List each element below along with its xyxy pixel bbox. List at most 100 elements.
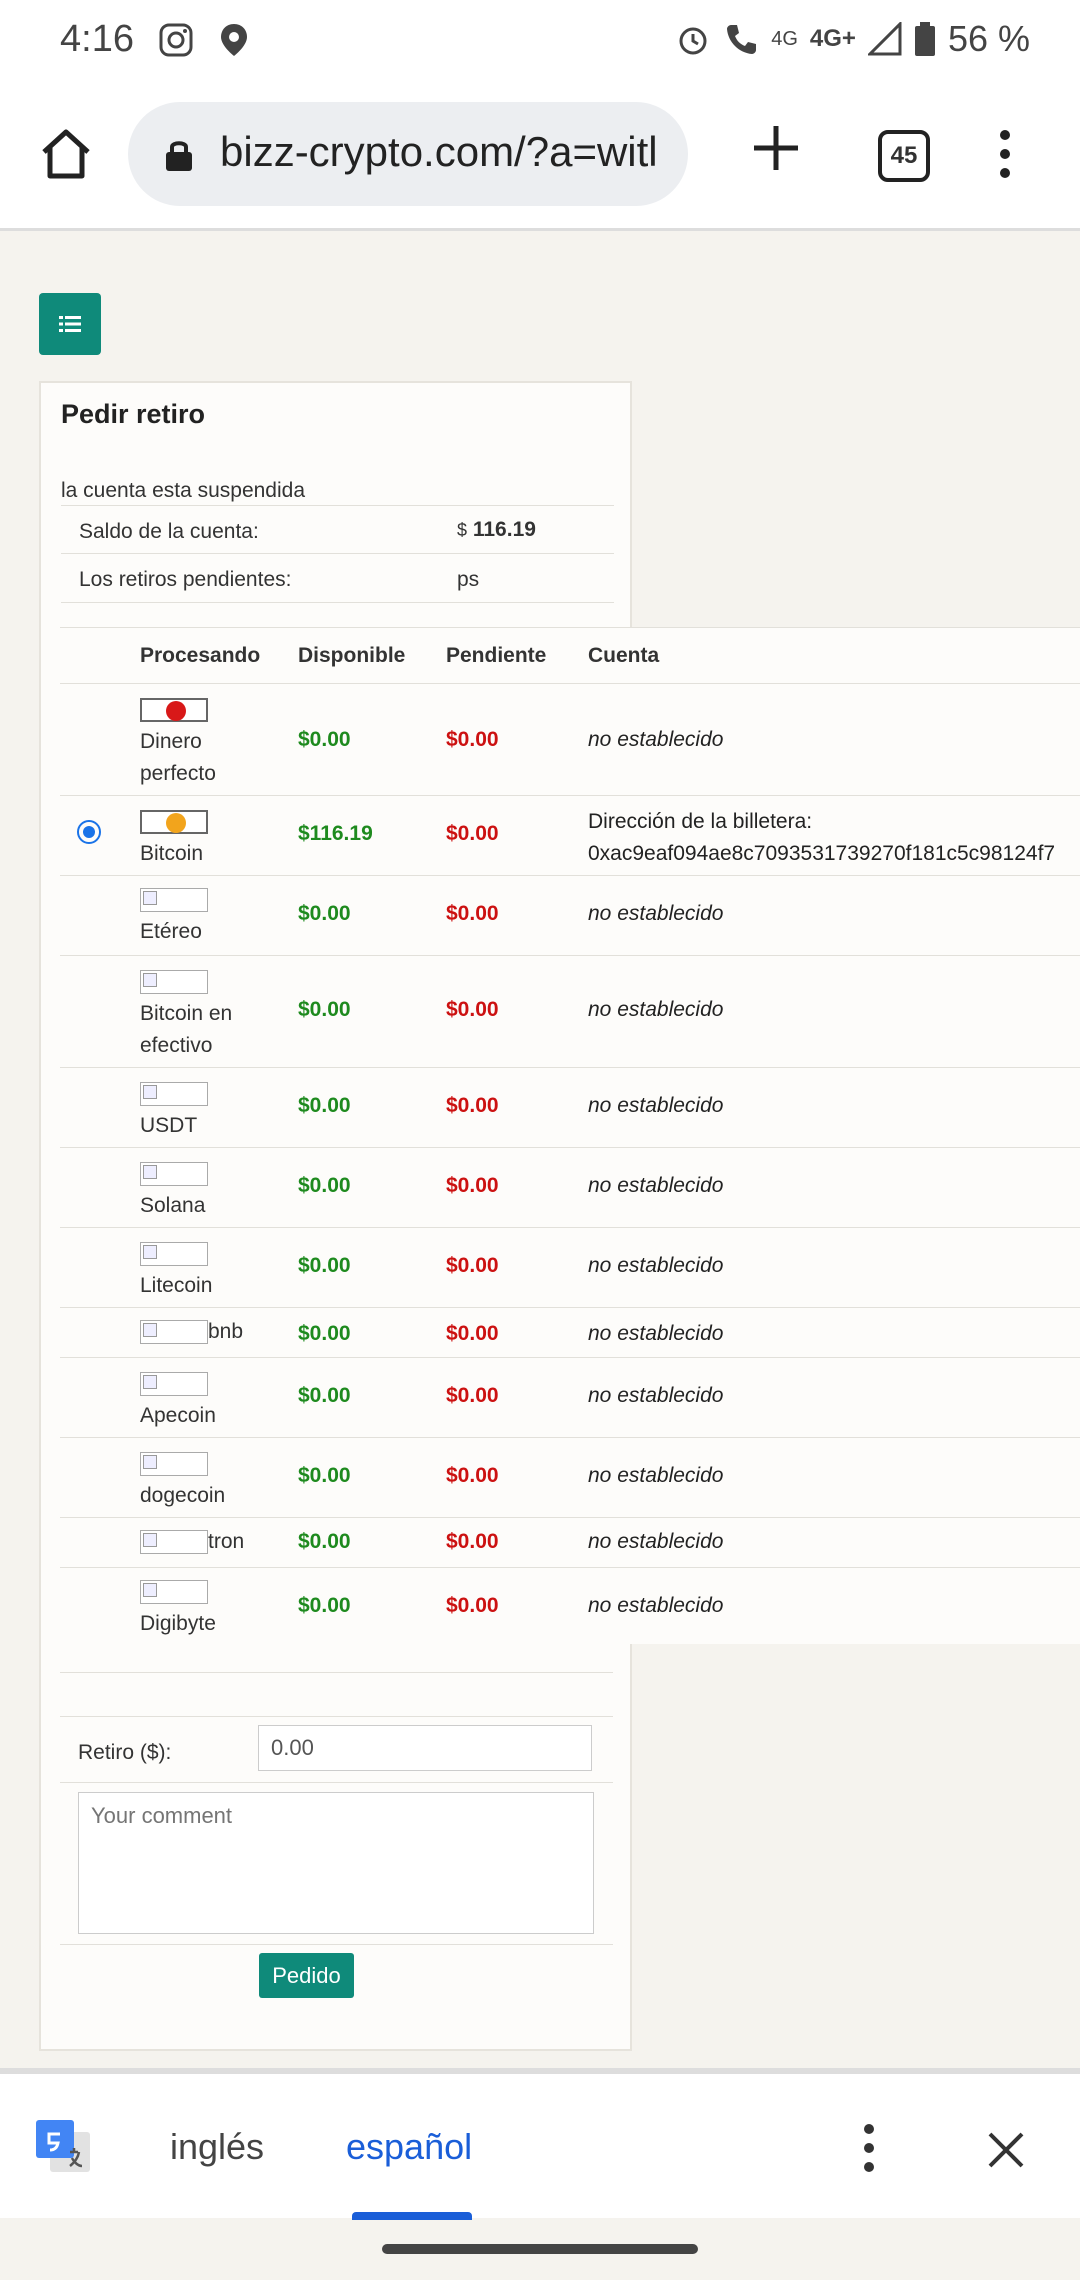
target-language-tab[interactable]: español: [346, 2126, 472, 2168]
battery-percent: 56 %: [947, 18, 1030, 59]
processor-cell: USDT: [140, 1078, 208, 1142]
pending-amount: $0.00: [446, 998, 499, 1021]
processor-radio-bitcoin[interactable]: [77, 820, 101, 844]
table-row: Apecoin $0.00 $0.00 no establecido: [60, 1357, 1080, 1438]
processor-cell: Etéreo: [140, 884, 208, 948]
translate-bar: inglés español: [0, 2068, 1080, 2220]
processor-name: dogecoin: [140, 1484, 226, 1507]
balance-value-group: $ 116.19: [457, 518, 536, 542]
pending-amount: $0.00: [446, 1094, 499, 1117]
processor-name: bnb: [208, 1320, 244, 1343]
balance-label: Saldo de la cuenta:: [79, 520, 259, 543]
perfect-money-icon: [140, 698, 208, 723]
account-suspended-notice: la cuenta esta suspendida: [61, 479, 306, 502]
status-bar: 4:16 4G 4G+ 56 %: [0, 0, 1080, 82]
divider: [60, 1672, 613, 1673]
browser-menu-icon[interactable]: [1000, 130, 1010, 187]
translate-menu-icon[interactable]: [864, 2124, 874, 2181]
page-title: Pedir retiro: [61, 399, 206, 429]
close-icon[interactable]: [986, 2130, 1026, 2170]
tab-switcher-button[interactable]: 45: [878, 130, 930, 182]
withdraw-amount-input[interactable]: [258, 1725, 592, 1771]
available-amount: $0.00: [298, 1530, 351, 1553]
source-language-tab[interactable]: inglés: [170, 2126, 264, 2168]
processor-cell: Solana: [140, 1158, 208, 1222]
account-value: no establecido: [588, 1094, 724, 1117]
new-tab-icon[interactable]: [750, 122, 802, 174]
available-amount: $0.00: [298, 1384, 351, 1407]
battery-icon: [914, 22, 935, 56]
browser-toolbar: bizz-crypto.com/?a=witl 45: [0, 82, 1080, 231]
signal-icon: [867, 22, 902, 56]
table-row: Litecoin $0.00 $0.00 no establecido: [60, 1227, 1080, 1308]
available-amount: $0.00: [298, 1594, 351, 1617]
processor-cell: dogecoin: [140, 1448, 225, 1512]
pending-amount: $0.00: [446, 1594, 499, 1617]
processor-name: tron: [208, 1530, 245, 1553]
divider: [60, 1716, 613, 1717]
pending-amount: $0.00: [446, 1254, 499, 1277]
account-value: no establecido: [588, 728, 724, 751]
home-icon[interactable]: [36, 124, 96, 184]
table-header: Procesando Disponible Pendiente Cuenta: [60, 627, 1080, 684]
wallet-address: 0xac9eaf094ae8c7093531739270f181c5c98124…: [588, 842, 1056, 865]
processor-cell: Dinero perfecto: [140, 694, 240, 790]
network-label-1: 4G: [771, 27, 798, 50]
pending-label: Los retiros pendientes:: [79, 568, 292, 591]
table-row: Dinero perfecto $0.00 $0.00 no estableci…: [60, 683, 1080, 796]
processor-cell: Apecoin: [140, 1368, 216, 1432]
broken-image-icon: [140, 1580, 208, 1605]
url-text: bizz-crypto.com/?a=witl: [220, 128, 658, 175]
processor-cell: Digibyte: [140, 1576, 216, 1640]
list-icon: [59, 316, 81, 332]
phone-icon: [727, 25, 757, 54]
pending-amount: $0.00: [446, 1174, 499, 1197]
withdraw-amount-label: Retiro ($):: [78, 1741, 172, 1764]
table-row: Bitcoin en efectivo $0.00 $0.00 no estab…: [60, 955, 1080, 1068]
account-value: no establecido: [588, 1384, 724, 1407]
gesture-nav-bar[interactable]: [382, 2244, 698, 2254]
account-value: no establecido: [588, 998, 724, 1021]
processor-cell: tron: [140, 1530, 245, 1555]
broken-image-icon: [140, 1320, 208, 1345]
account-value: no establecido: [588, 1322, 724, 1345]
pending-amount: $0.00: [446, 1384, 499, 1407]
divider: [60, 1782, 613, 1783]
available-amount: $0.00: [298, 998, 351, 1021]
table-row: tron $0.00 $0.00 no establecido: [60, 1517, 1080, 1568]
table-row: bnb $0.00 $0.00 no establecido: [60, 1307, 1080, 1358]
broken-image-icon: [140, 1082, 208, 1107]
available-amount: $0.00: [298, 1464, 351, 1487]
broken-image-icon: [140, 970, 208, 995]
available-amount: $116.19: [298, 822, 373, 845]
available-amount: $0.00: [298, 728, 351, 751]
broken-image-icon: [140, 888, 208, 913]
processor-name: Solana: [140, 1194, 206, 1217]
bitcoin-icon: [140, 810, 208, 835]
pending-withdrawals-row: Los retiros pendientes: ps: [61, 553, 614, 603]
menu-toggle-button[interactable]: [39, 293, 101, 355]
account-value: no establecido: [588, 1594, 724, 1617]
pending-amount: $0.00: [446, 822, 499, 845]
header-account: Cuenta: [588, 644, 660, 667]
pending-amount: $0.00: [446, 1322, 499, 1345]
processor-name: USDT: [140, 1114, 198, 1137]
available-amount: $0.00: [298, 1254, 351, 1277]
pending-amount: $0.00: [446, 1530, 499, 1553]
balance-currency: $: [457, 520, 468, 540]
processor-cell: bnb: [140, 1320, 244, 1345]
broken-image-icon: [140, 1372, 208, 1397]
processor-name: Bitcoin: [140, 842, 204, 865]
account-value: no establecido: [588, 1530, 724, 1553]
header-available: Disponible: [298, 644, 406, 667]
balance-row: Saldo de la cuenta: $ 116.19: [61, 505, 614, 554]
available-amount: $0.00: [298, 1094, 351, 1117]
address-bar[interactable]: bizz-crypto.com/?a=witl: [128, 102, 688, 206]
broken-image-icon: [140, 1162, 208, 1187]
table-row: dogecoin $0.00 $0.00 no establecido: [60, 1437, 1080, 1518]
table-row: USDT $0.00 $0.00 no establecido: [60, 1067, 1080, 1148]
processor-name: Etéreo: [140, 920, 202, 943]
submit-request-button[interactable]: Pedido: [259, 1953, 354, 1998]
processor-name: Digibyte: [140, 1612, 216, 1635]
comment-textarea[interactable]: [78, 1792, 594, 1934]
